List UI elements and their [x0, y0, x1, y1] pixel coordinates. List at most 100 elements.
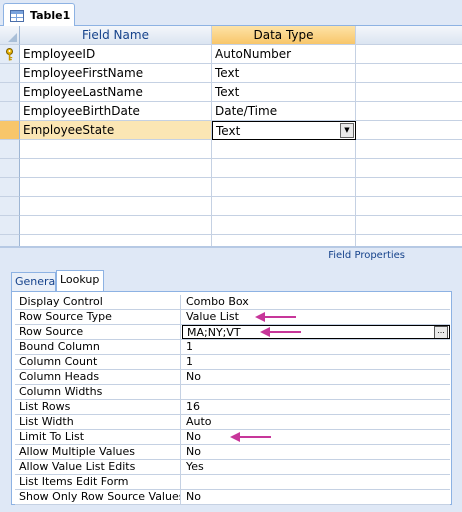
data-type-cell[interactable] — [212, 140, 356, 159]
property-row[interactable]: List Rows 16 — [15, 400, 450, 415]
field-row[interactable] — [0, 216, 462, 235]
property-row[interactable]: Row Source MA;NY;VT... — [15, 325, 450, 340]
annotation-arrow-icon — [255, 312, 296, 322]
field-row[interactable]: EmployeeBirthDate Date/Time — [0, 102, 462, 121]
property-label: Display Control — [15, 295, 181, 309]
property-row[interactable]: Column Count 1 — [15, 355, 450, 370]
row-selector[interactable] — [0, 140, 20, 159]
property-value-text: No — [186, 370, 201, 383]
row-selector[interactable] — [0, 178, 20, 197]
row-selector[interactable] — [0, 197, 20, 216]
data-type-cell[interactable] — [212, 216, 356, 235]
property-value[interactable]: 16 — [182, 400, 450, 414]
property-value[interactable]: No — [182, 445, 450, 459]
tab-lookup[interactable]: Lookup — [56, 270, 104, 292]
data-type-value: Text — [215, 66, 240, 80]
property-value[interactable]: No — [182, 430, 450, 444]
data-type-cell[interactable]: Text — [212, 64, 356, 83]
tab-table1[interactable]: Table1 — [3, 3, 75, 27]
description-cell[interactable] — [356, 45, 462, 64]
property-row[interactable]: Bound Column 1 — [15, 340, 450, 355]
field-name-cell[interactable] — [20, 140, 212, 159]
property-row[interactable]: List Items Edit Form — [15, 475, 450, 490]
data-type-value: AutoNumber — [215, 47, 292, 61]
property-row[interactable]: Column Heads No — [15, 370, 450, 385]
table-design-grid: Field Name Data Type EmployeeID AutoNumbe… — [0, 26, 462, 254]
tab-general[interactable]: General — [11, 272, 58, 291]
property-label: List Width — [15, 415, 181, 429]
field-row[interactable]: EmployeeID AutoNumber — [0, 45, 462, 64]
field-name-cell[interactable]: EmployeeLastName — [20, 83, 212, 102]
property-label: Column Heads — [15, 370, 181, 384]
field-properties-title: Field Properties — [0, 246, 462, 262]
property-row[interactable]: Allow Value List Edits Yes — [15, 460, 450, 475]
data-type-cell[interactable]: Text — [212, 83, 356, 102]
description-cell[interactable] — [356, 121, 462, 140]
row-selector[interactable] — [0, 64, 20, 83]
data-type-cell[interactable]: Date/Time — [212, 102, 356, 121]
description-cell[interactable] — [356, 140, 462, 159]
row-selector[interactable] — [0, 83, 20, 102]
property-value-text: No — [186, 430, 201, 443]
property-value-text: No — [186, 445, 201, 458]
description-cell[interactable] — [356, 197, 462, 216]
field-row[interactable]: EmployeeState Text ▼ — [0, 121, 462, 140]
row-selector[interactable] — [0, 121, 20, 140]
description-cell[interactable] — [356, 83, 462, 102]
field-name-cell[interactable]: EmployeeBirthDate — [20, 102, 212, 121]
property-value[interactable] — [182, 475, 450, 489]
property-value[interactable]: No — [182, 490, 450, 504]
row-selector[interactable] — [0, 102, 20, 121]
description-cell[interactable] — [356, 178, 462, 197]
field-row[interactable]: EmployeeLastName Text — [0, 83, 462, 102]
description-cell[interactable] — [356, 102, 462, 121]
property-row[interactable]: Row Source Type Value List — [15, 310, 450, 325]
field-name-cell[interactable]: EmployeeID — [20, 45, 212, 64]
row-selector[interactable] — [0, 216, 20, 235]
property-row[interactable]: Limit To List No — [15, 430, 450, 445]
chevron-down-icon[interactable]: ▼ — [340, 123, 354, 138]
property-value-text: 1 — [186, 340, 193, 353]
field-name-cell[interactable] — [20, 178, 212, 197]
row-selector[interactable] — [0, 45, 20, 64]
data-type-value: Text — [215, 85, 240, 99]
field-row[interactable] — [0, 140, 462, 159]
field-row[interactable] — [0, 159, 462, 178]
property-row[interactable]: Column Widths — [15, 385, 450, 400]
property-value[interactable]: MA;NY;VT... — [182, 325, 450, 339]
data-type-cell[interactable]: AutoNumber — [212, 45, 356, 64]
description-cell[interactable] — [356, 64, 462, 83]
property-label: Show Only Row Source Values — [15, 490, 181, 504]
builder-button[interactable]: ... — [434, 326, 448, 338]
property-value[interactable]: Yes — [182, 460, 450, 474]
property-row[interactable]: Allow Multiple Values No — [15, 445, 450, 460]
field-name-cell[interactable]: EmployeeFirstName — [20, 64, 212, 83]
field-name-cell[interactable] — [20, 216, 212, 235]
property-value[interactable]: Auto — [182, 415, 450, 429]
property-value[interactable]: Value List — [182, 310, 450, 324]
select-all-corner[interactable] — [0, 26, 20, 45]
property-value[interactable] — [182, 385, 450, 399]
field-row[interactable] — [0, 178, 462, 197]
data-type-cell[interactable] — [212, 178, 356, 197]
field-row[interactable] — [0, 197, 462, 216]
data-type-value: Text — [216, 124, 241, 138]
field-name-cell[interactable] — [20, 197, 212, 216]
property-value[interactable]: 1 — [182, 355, 450, 369]
field-row[interactable]: EmployeeFirstName Text — [0, 64, 462, 83]
property-value[interactable]: 1 — [182, 340, 450, 354]
field-name-cell[interactable] — [20, 159, 212, 178]
data-type-cell[interactable] — [212, 197, 356, 216]
description-cell[interactable] — [356, 159, 462, 178]
field-name-cell[interactable]: EmployeeState — [20, 121, 212, 140]
property-value[interactable]: No — [182, 370, 450, 384]
data-type-cell[interactable]: Text ▼ — [212, 121, 356, 140]
data-type-cell[interactable] — [212, 159, 356, 178]
property-value-text: 16 — [186, 400, 200, 413]
description-cell[interactable] — [356, 216, 462, 235]
property-row[interactable]: List Width Auto — [15, 415, 450, 430]
property-value[interactable]: Combo Box — [182, 295, 450, 309]
property-row[interactable]: Display Control Combo Box — [15, 295, 450, 310]
property-row[interactable]: Show Only Row Source Values No — [15, 490, 450, 505]
row-selector[interactable] — [0, 159, 20, 178]
